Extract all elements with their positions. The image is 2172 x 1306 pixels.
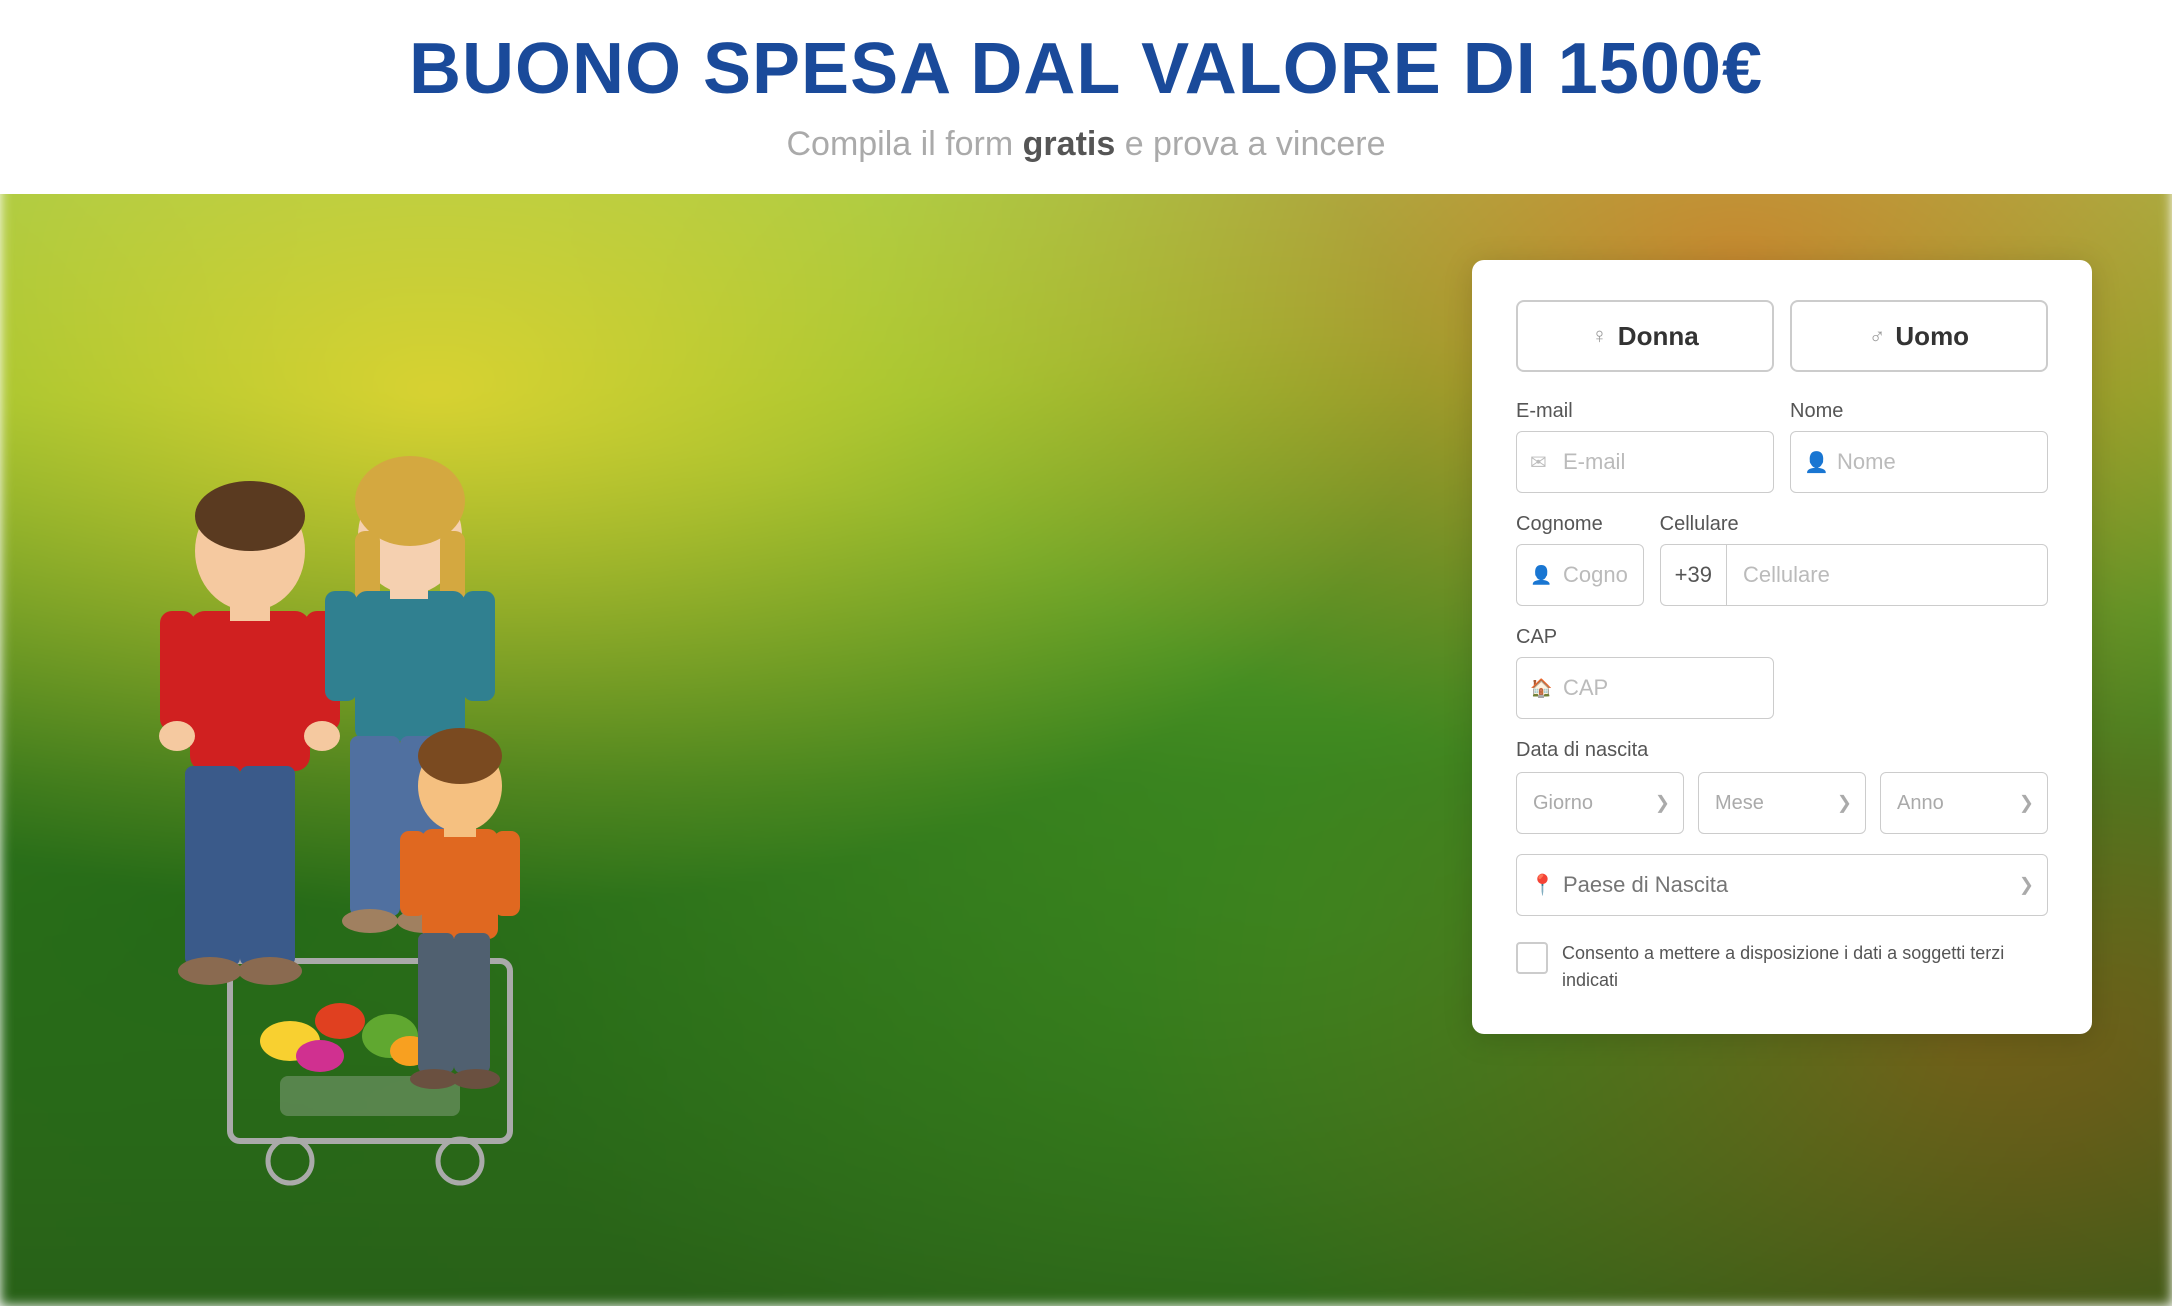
dob-label: Data di nascita	[1516, 739, 2048, 762]
mese-select[interactable]: Mese	[1698, 772, 1866, 834]
cap-input[interactable]	[1516, 657, 1774, 719]
form-panel: ♀ Donna ♂ Uomo E-mail ✉ Nom	[1472, 260, 2092, 1034]
consent-text: Consento a mettere a disposizione i dati…	[1562, 940, 2048, 994]
paese-arrow: ❯	[2019, 875, 2034, 896]
subtitle-plain: Compila il form	[786, 125, 1022, 163]
email-input[interactable]	[1516, 431, 1774, 493]
nome-icon: 👤	[1804, 450, 1829, 475]
consent-checkbox[interactable]	[1516, 942, 1548, 974]
uomo-label: Uomo	[1895, 321, 1969, 352]
cognome-label: Cognome	[1516, 513, 1644, 536]
nome-label: Nome	[1790, 400, 2048, 423]
phone-prefix: +39	[1660, 544, 1726, 606]
donna-label: Donna	[1618, 321, 1699, 352]
cap-label: CAP	[1516, 626, 1774, 649]
donna-icon: ♀	[1591, 323, 1608, 349]
cap-input-wrapper: 🏠	[1516, 657, 1774, 719]
nome-input-wrapper: 👤	[1790, 431, 2048, 493]
cap-group: CAP 🏠	[1516, 626, 1774, 719]
dob-selects: Giorno ❯ Mese ❯ Anno ❯	[1516, 772, 2048, 834]
gender-row: ♀ Donna ♂ Uomo	[1516, 300, 2048, 372]
paese-pin-icon: 📍	[1530, 873, 1555, 898]
cognome-group: Cognome 👤	[1516, 513, 1644, 606]
cap-spacer	[1790, 626, 2048, 719]
subtitle: Compila il form gratis e prova a vincere	[0, 125, 2172, 164]
subtitle-bold: gratis	[1023, 125, 1116, 163]
nome-group: Nome 👤	[1790, 400, 2048, 493]
header-section: BUONO SPESA DAL VALORE DI 1500€ Compila …	[0, 0, 2172, 194]
cap-icon: 🏠	[1530, 678, 1552, 699]
cellulare-label: Cellulare	[1660, 513, 2048, 536]
cellulare-input[interactable]	[1726, 544, 2048, 606]
dob-section: Data di nascita Giorno ❯ Mese ❯	[1516, 739, 2048, 834]
phone-group: +39	[1660, 544, 2048, 606]
giorno-wrapper: Giorno ❯	[1516, 772, 1684, 834]
email-icon: ✉	[1530, 450, 1547, 475]
email-nome-row: E-mail ✉ Nome 👤	[1516, 400, 2048, 493]
anno-select[interactable]: Anno	[1880, 772, 2048, 834]
giorno-select[interactable]: Giorno	[1516, 772, 1684, 834]
uomo-icon: ♂	[1869, 323, 1886, 349]
cognome-icon: 👤	[1530, 565, 1552, 586]
email-label: E-mail	[1516, 400, 1774, 423]
email-group: E-mail ✉	[1516, 400, 1774, 493]
anno-wrapper: Anno ❯	[1880, 772, 2048, 834]
donna-button[interactable]: ♀ Donna	[1516, 300, 1774, 372]
cap-row: CAP 🏠	[1516, 626, 2048, 719]
cognome-cellulare-row: Cognome 👤 Cellulare +39	[1516, 513, 2048, 606]
cognome-input-wrapper: 👤	[1516, 544, 1644, 606]
main-title: BUONO SPESA DAL VALORE DI 1500€	[0, 30, 2172, 109]
subtitle-rest: e prova a vincere	[1115, 125, 1385, 163]
paese-wrapper: 📍 ❯	[1516, 854, 2048, 916]
mese-wrapper: Mese ❯	[1698, 772, 1866, 834]
uomo-button[interactable]: ♂ Uomo	[1790, 300, 2048, 372]
page-wrapper: BUONO SPESA DAL VALORE DI 1500€ Compila …	[0, 0, 2172, 1306]
consent-row: Consento a mettere a disposizione i dati…	[1516, 940, 2048, 994]
family-illustration	[30, 381, 710, 1301]
family-image	[0, 220, 720, 1306]
paese-input[interactable]	[1516, 854, 2048, 916]
family-svg	[30, 381, 710, 1306]
email-input-wrapper: ✉	[1516, 431, 1774, 493]
cellulare-group: Cellulare +39	[1660, 513, 2048, 606]
content-area: ♀ Donna ♂ Uomo E-mail ✉ Nom	[0, 220, 2172, 1306]
